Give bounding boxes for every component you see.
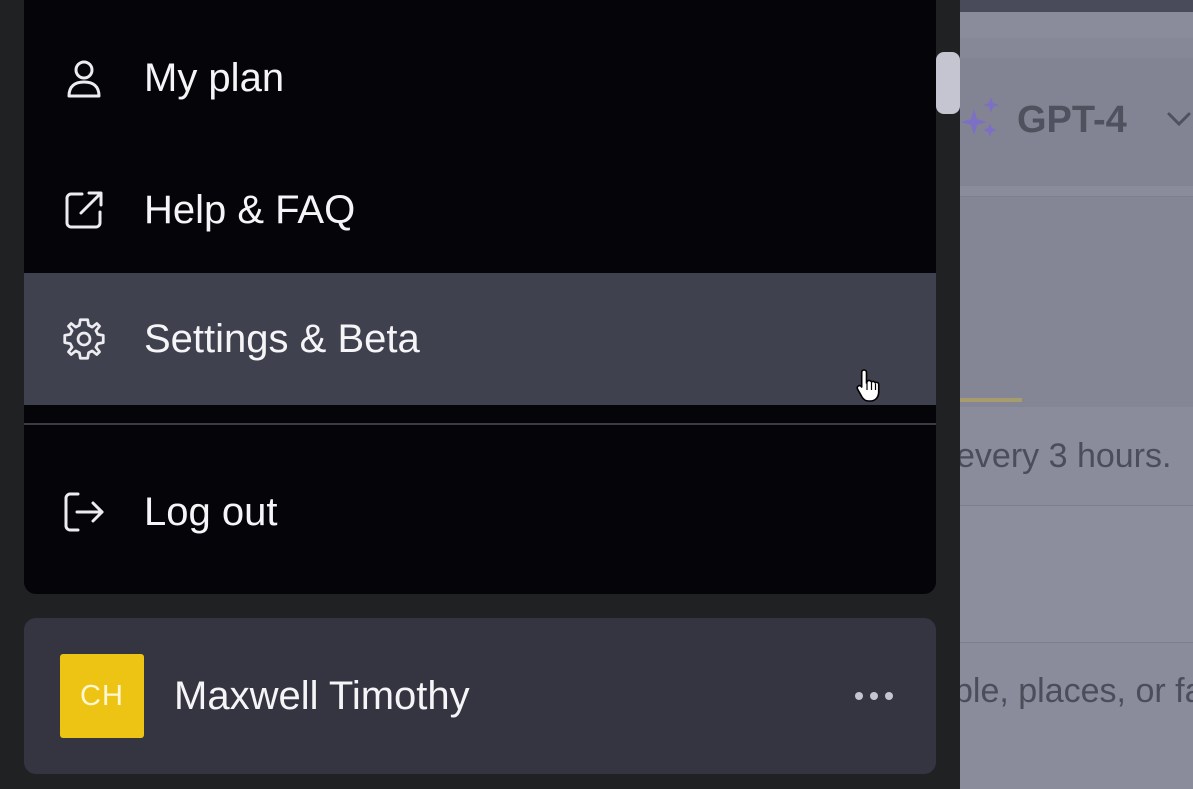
hand-cursor-icon — [856, 369, 880, 402]
model-label: GPT-4 — [1017, 99, 1127, 141]
user-name: Maxwell Timothy — [174, 674, 470, 718]
menu-divider — [24, 423, 936, 425]
menu-item-log-out[interactable]: Log out — [24, 447, 936, 577]
model-info-card — [960, 196, 1193, 407]
logout-icon — [62, 490, 106, 534]
menu-item-label: Help & FAQ — [144, 187, 356, 232]
user-profile-button[interactable]: CH Maxwell Timothy — [24, 618, 936, 774]
user-icon — [62, 56, 106, 100]
suggestion-card — [960, 505, 1193, 643]
prompt-text: ple, places, or fa — [960, 672, 1193, 710]
avatar: CH — [60, 654, 144, 738]
account-menu: My plan Help & FAQ Settings & Beta Log o… — [24, 0, 936, 594]
sidebar: My plan Help & FAQ Settings & Beta Log o… — [0, 0, 960, 789]
gear-icon — [62, 317, 106, 361]
main-topbar — [960, 0, 1193, 12]
menu-item-label: My plan — [144, 55, 285, 100]
sparkles-icon — [961, 97, 999, 137]
menu-item-help-faq[interactable]: Help & FAQ — [24, 145, 936, 275]
menu-item-label: Settings & Beta — [144, 316, 420, 361]
menu-item-my-plan[interactable]: My plan — [24, 13, 936, 143]
menu-item-label: Log out — [144, 489, 278, 534]
chevron-down-icon[interactable] — [1165, 105, 1193, 133]
menu-item-settings-beta[interactable]: Settings & Beta — [24, 273, 936, 405]
progress-line — [960, 398, 1022, 402]
more-horizontal-icon[interactable] — [850, 680, 898, 712]
usage-limit-text: every 3 hours. — [960, 437, 1172, 475]
scrollbar-thumb[interactable] — [936, 52, 960, 114]
main-content-overlay: GPT-4 every 3 hours. ple, places, or fa — [960, 0, 1193, 789]
external-link-icon — [62, 188, 106, 232]
